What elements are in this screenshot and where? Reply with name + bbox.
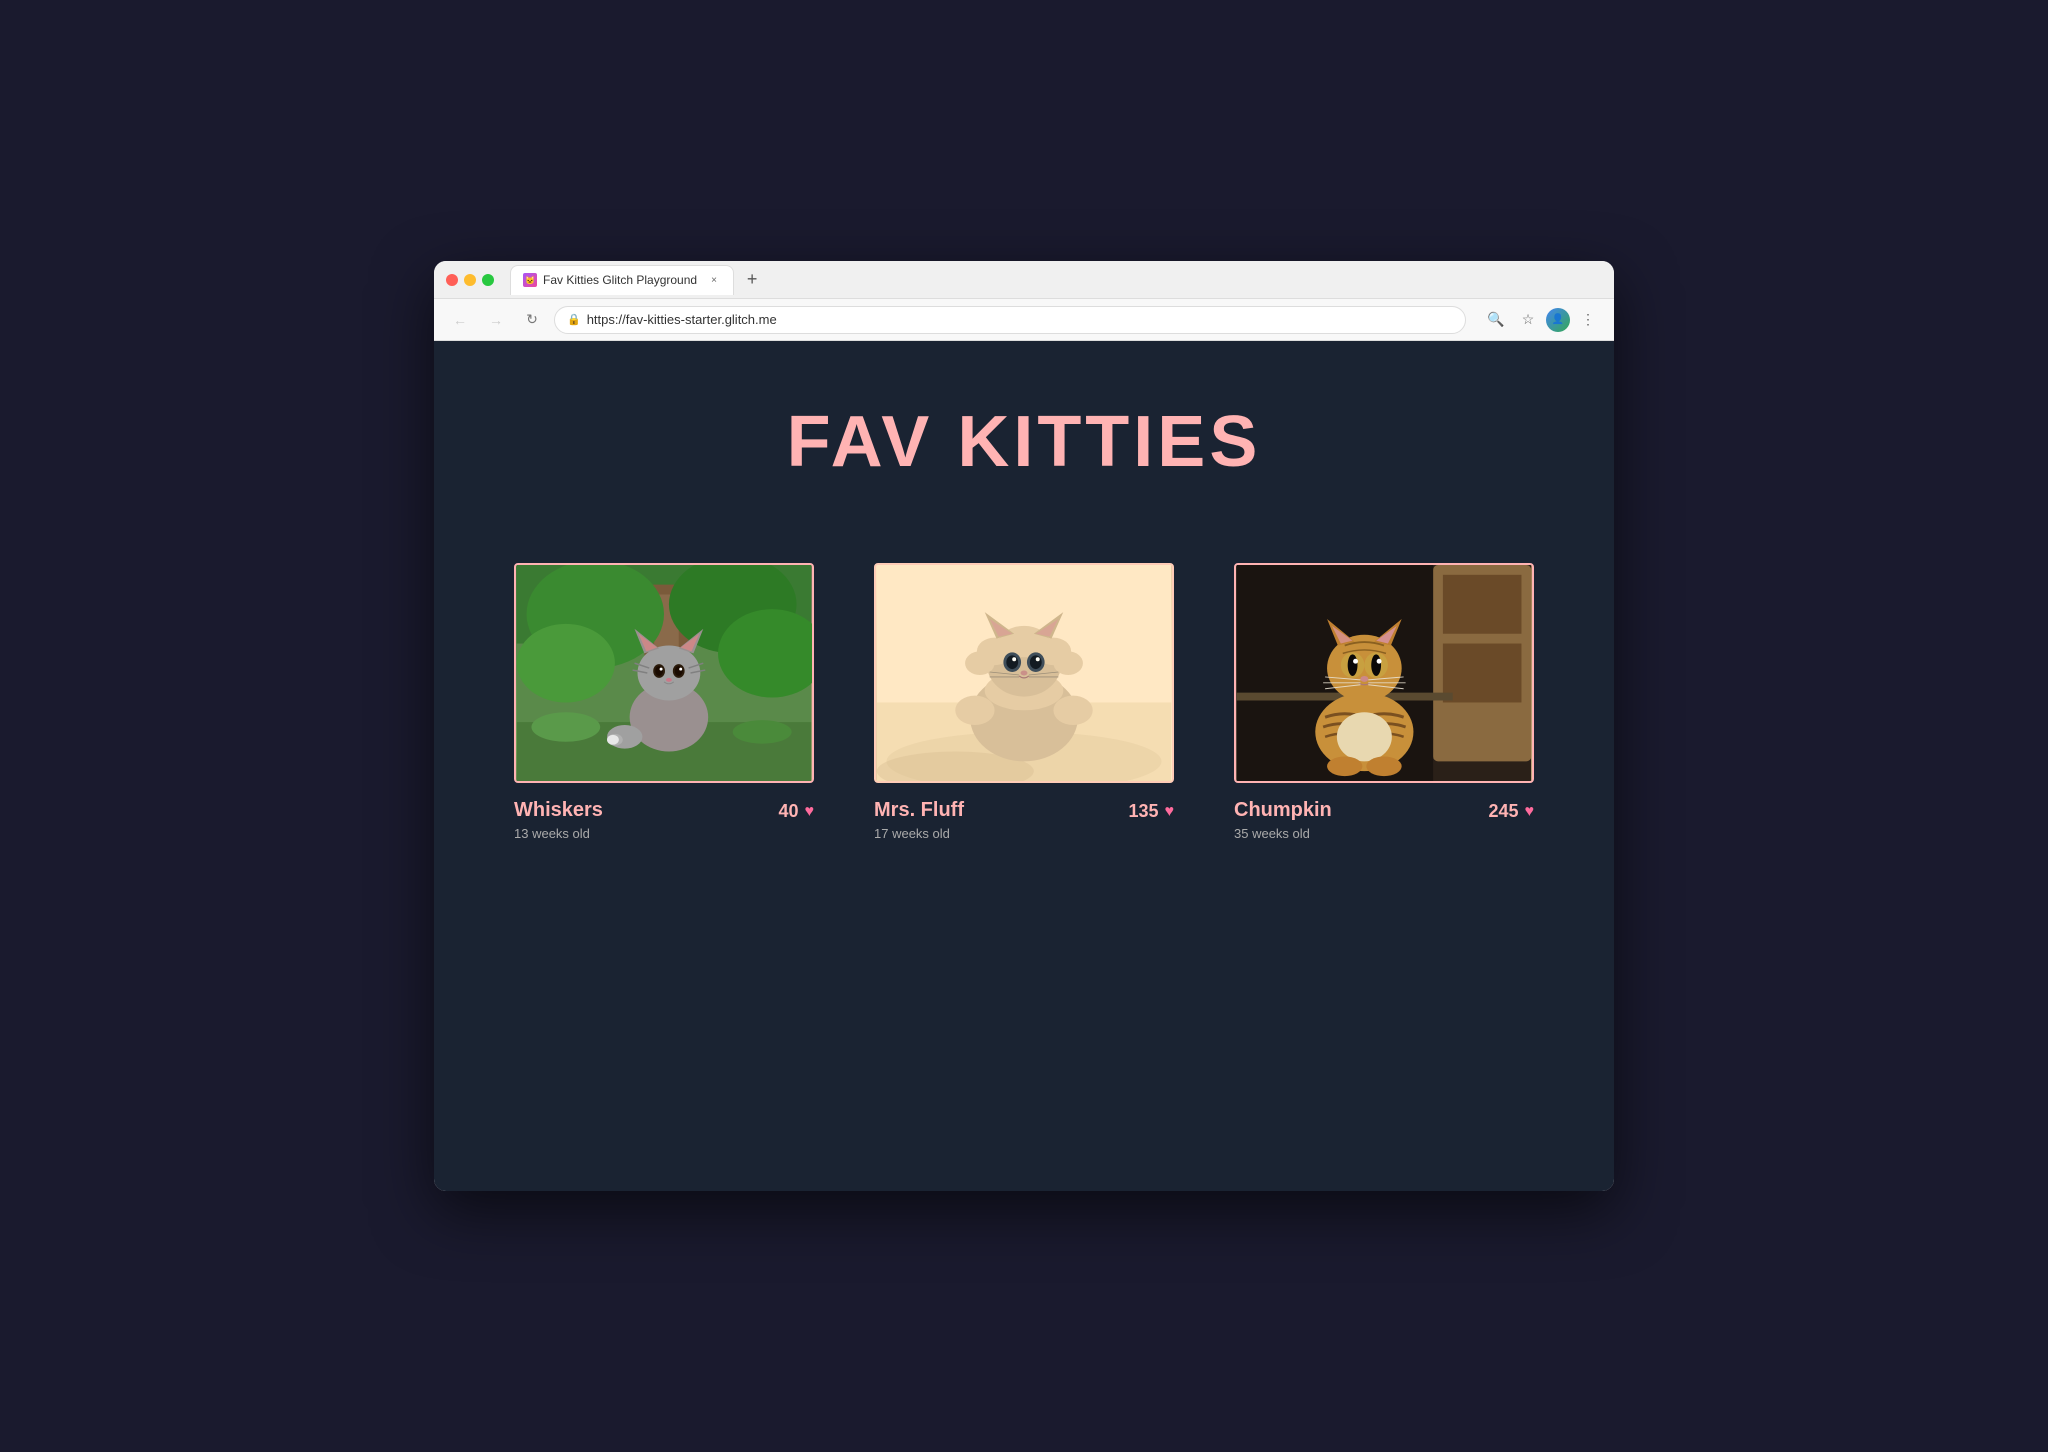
menu-icon: ⋮ bbox=[1581, 311, 1595, 328]
reload-icon: ↻ bbox=[526, 311, 538, 328]
address-bar: ← → ↻ 🔒 https://fav-kitties-starter.glit… bbox=[434, 299, 1614, 341]
mrs-fluff-vote-count: 135 bbox=[1128, 801, 1158, 822]
titlebar: 🐱 Fav Kitties Glitch Playground × + bbox=[434, 261, 1614, 299]
kitty-votes-whiskers[interactable]: 40 ♥ bbox=[778, 801, 814, 822]
kitty-votes-mrs-fluff[interactable]: 135 ♥ bbox=[1128, 801, 1174, 822]
mrs-fluff-illustration bbox=[876, 565, 1172, 781]
kitty-name-block-whiskers: Whiskers 13 weeks old bbox=[514, 799, 603, 841]
website-content: FAV KITTIES bbox=[434, 341, 1614, 1191]
kitty-name-whiskers: Whiskers bbox=[514, 799, 603, 822]
search-button[interactable]: 🔍 bbox=[1482, 306, 1510, 334]
minimize-traffic-light[interactable] bbox=[464, 274, 476, 286]
url-bar[interactable]: 🔒 https://fav-kitties-starter.glitch.me bbox=[554, 306, 1466, 334]
url-text: https://fav-kitties-starter.glitch.me bbox=[587, 312, 777, 327]
kitty-age-whiskers: 13 weeks old bbox=[514, 826, 603, 841]
back-icon: ← bbox=[453, 312, 467, 328]
kitty-image-whiskers bbox=[514, 563, 814, 783]
chumpkin-heart-icon: ♥ bbox=[1525, 803, 1535, 821]
whiskers-vote-count: 40 bbox=[778, 801, 798, 822]
traffic-lights bbox=[446, 274, 494, 286]
kitty-info-whiskers: Whiskers 13 weeks old 40 ♥ bbox=[514, 799, 814, 841]
kitty-name-mrs-fluff: Mrs. Fluff bbox=[874, 799, 964, 822]
tab-title: Fav Kitties Glitch Playground bbox=[543, 273, 697, 287]
chumpkin-vote-count: 245 bbox=[1488, 801, 1518, 822]
profile-avatar[interactable]: 👤 bbox=[1546, 308, 1570, 332]
kitty-image-mrs-fluff bbox=[874, 563, 1174, 783]
toolbar-right: 🔍 ☆ 👤 ⋮ bbox=[1482, 306, 1602, 334]
whiskers-illustration bbox=[516, 565, 812, 781]
forward-button[interactable]: → bbox=[482, 306, 510, 334]
kitty-card-mrs-fluff: Mrs. Fluff 17 weeks old 135 ♥ bbox=[874, 563, 1174, 841]
tab-bar: 🐱 Fav Kitties Glitch Playground × + bbox=[510, 265, 1602, 295]
chumpkin-illustration bbox=[1236, 565, 1532, 781]
lock-icon: 🔒 bbox=[567, 313, 581, 326]
bookmark-button[interactable]: ☆ bbox=[1514, 306, 1542, 334]
star-icon: ☆ bbox=[1522, 311, 1535, 328]
kitty-age-mrs-fluff: 17 weeks old bbox=[874, 826, 964, 841]
tab-favicon: 🐱 bbox=[523, 273, 537, 287]
mrs-fluff-heart-icon: ♥ bbox=[1165, 803, 1175, 821]
kitty-info-chumpkin: Chumpkin 35 weeks old 245 ♥ bbox=[1234, 799, 1534, 841]
search-icon: 🔍 bbox=[1487, 311, 1504, 328]
reload-button[interactable]: ↻ bbox=[518, 306, 546, 334]
forward-icon: → bbox=[489, 312, 503, 328]
whiskers-heart-icon: ♥ bbox=[805, 803, 815, 821]
kitty-age-chumpkin: 35 weeks old bbox=[1234, 826, 1332, 841]
kitties-grid: Whiskers 13 weeks old 40 ♥ bbox=[514, 563, 1534, 841]
kitty-votes-chumpkin[interactable]: 245 ♥ bbox=[1488, 801, 1534, 822]
new-tab-button[interactable]: + bbox=[738, 266, 766, 294]
browser-window: 🐱 Fav Kitties Glitch Playground × + ← → … bbox=[434, 261, 1614, 1191]
kitty-name-block-mrs-fluff: Mrs. Fluff 17 weeks old bbox=[874, 799, 964, 841]
kitty-image-chumpkin bbox=[1234, 563, 1534, 783]
back-button[interactable]: ← bbox=[446, 306, 474, 334]
close-traffic-light[interactable] bbox=[446, 274, 458, 286]
menu-button[interactable]: ⋮ bbox=[1574, 306, 1602, 334]
kitty-name-chumpkin: Chumpkin bbox=[1234, 799, 1332, 822]
kitty-name-block-chumpkin: Chumpkin 35 weeks old bbox=[1234, 799, 1332, 841]
kitty-card-whiskers: Whiskers 13 weeks old 40 ♥ bbox=[514, 563, 814, 841]
site-title: FAV KITTIES bbox=[787, 401, 1262, 483]
active-tab[interactable]: 🐱 Fav Kitties Glitch Playground × bbox=[510, 265, 734, 295]
kitty-card-chumpkin: Chumpkin 35 weeks old 245 ♥ bbox=[1234, 563, 1534, 841]
kitty-info-mrs-fluff: Mrs. Fluff 17 weeks old 135 ♥ bbox=[874, 799, 1174, 841]
maximize-traffic-light[interactable] bbox=[482, 274, 494, 286]
tab-close-button[interactable]: × bbox=[707, 273, 721, 287]
